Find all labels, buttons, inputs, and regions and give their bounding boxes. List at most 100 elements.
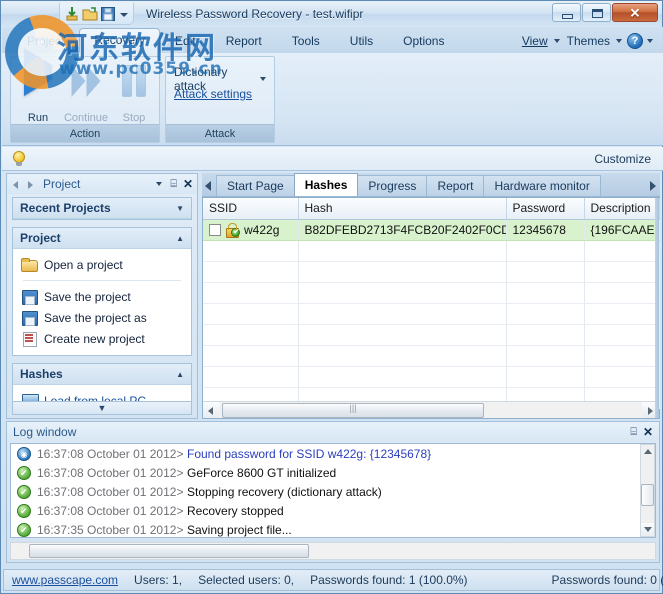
group-project: Project ▲ Open a project Save the projec… (12, 227, 192, 356)
nav-back-icon[interactable] (11, 178, 24, 191)
tab-start-page[interactable]: Start Page (216, 175, 295, 196)
log-horizontal-scrollbar[interactable] (10, 542, 656, 560)
window-controls: ✕ (552, 3, 658, 22)
list-item[interactable]: 16:37:08 October 01 2012> GeForce 8600 G… (11, 463, 655, 482)
folder-open-icon (21, 257, 38, 272)
document-area: Start Page Hashes Progress Report Hardwa… (202, 173, 660, 419)
column-header-password[interactable]: Password (506, 198, 585, 220)
ribbon-tab-bar: Project Recovery Edit Report Tools Utils… (2, 27, 663, 53)
maximize-button[interactable] (582, 3, 611, 22)
themes-menu[interactable]: Themes (565, 34, 612, 48)
chevron-up-icon[interactable]: ▲ (176, 234, 184, 243)
panel-more-chevron-down-icon[interactable]: ▼ (12, 401, 192, 415)
document-vertical-scrollbar[interactable] (655, 198, 659, 418)
item-open-a-project[interactable]: Open a project (13, 254, 191, 275)
log-window: Log window ⌸ ✕ 16:37:08 October 01 2012>… (6, 421, 660, 563)
log-scroll-thumb[interactable] (641, 484, 654, 506)
hashes-grid: SSID Hash Password Description w422g (202, 197, 660, 419)
save-as-disk-icon (21, 310, 38, 326)
item-create-new-project[interactable]: Create new project (13, 328, 191, 349)
list-item[interactable]: 16:37:08 October 01 2012> Recovery stopp… (11, 501, 655, 520)
hashes-table: SSID Hash Password Description w422g (203, 198, 660, 409)
column-header-description[interactable]: Description (584, 198, 660, 220)
cell-hash: B82DFEBD2713F4FCB20F2402F0CD0... (298, 219, 507, 241)
item-save-the-project-as[interactable]: Save the project as (13, 307, 191, 328)
project-panel-caption: Project ⌸ ✕ (7, 174, 197, 194)
ribbon-tab-report[interactable]: Report (211, 29, 277, 53)
item-save-the-project[interactable]: Save the project (13, 286, 191, 307)
view-menu[interactable]: View (520, 34, 550, 48)
themes-chevron-down-icon[interactable] (615, 35, 624, 47)
log-close-icon[interactable]: ✕ (643, 426, 653, 438)
open-project-icon[interactable] (82, 6, 98, 22)
success-icon (17, 503, 31, 518)
log-pin-icon[interactable]: ⌸ (630, 426, 637, 438)
save-icon[interactable] (100, 6, 116, 22)
log-timestamp: 16:37:08 October 01 2012> (37, 446, 184, 461)
ribbon-tab-utils[interactable]: Utils (335, 29, 388, 53)
grid-horizontal-scrollbar[interactable] (203, 401, 659, 418)
customize-link[interactable]: Customize (594, 152, 651, 166)
attack-settings-link[interactable]: Attack settings (174, 87, 252, 101)
ribbon-tab-recovery[interactable]: Recovery (79, 28, 161, 53)
tab-scroll-right-icon[interactable] (646, 174, 660, 196)
scroll-thumb[interactable] (222, 402, 484, 418)
log-message: Stopping recovery (dictionary attack) (187, 484, 382, 499)
lightbulb-icon[interactable] (12, 150, 26, 167)
document-tab-strip: Start Page Hashes Progress Report Hardwa… (202, 173, 660, 197)
import-icon[interactable] (64, 6, 80, 22)
view-chevron-down-icon[interactable] (553, 35, 562, 47)
list-item[interactable]: 16:37:08 October 01 2012> Stopping recov… (11, 482, 655, 501)
list-item[interactable]: 16:37:35 October 01 2012> Saving project… (11, 520, 655, 537)
group-hashes-header[interactable]: Hashes ▲ (13, 364, 191, 385)
stop-button[interactable]: Stop (111, 61, 157, 125)
column-header-hash[interactable]: Hash (298, 198, 507, 220)
group-hashes-title: Hashes (20, 367, 63, 381)
pin-icon[interactable]: ⌸ (170, 178, 177, 190)
quick-access-toolbar[interactable] (59, 3, 134, 25)
minimize-button[interactable] (552, 3, 581, 22)
ribbon-panel: Run Continue Stop Action Dictionary atta… (2, 48, 663, 146)
group-recent-projects-title: Recent Projects (20, 201, 111, 215)
title-bar: Wireless Password Recovery - test.wifipr… (1, 1, 662, 27)
row-checkbox[interactable] (209, 223, 221, 236)
new-document-icon (21, 331, 38, 347)
qat-dropdown-icon[interactable] (118, 7, 129, 21)
attack-mode-chevron-down-icon[interactable] (259, 73, 268, 85)
close-button[interactable]: ✕ (612, 3, 658, 22)
success-icon (17, 484, 31, 499)
group-project-header[interactable]: Project ▲ (13, 228, 191, 249)
continue-button[interactable]: Continue (63, 61, 109, 125)
table-row-empty (203, 261, 660, 283)
help-chevron-down-icon[interactable] (646, 35, 655, 47)
log-vertical-scrollbar[interactable] (640, 444, 655, 537)
help-icon[interactable]: ? (627, 33, 643, 49)
group-recent-projects-header[interactable]: Recent Projects ▼ (13, 198, 191, 219)
tab-progress[interactable]: Progress (357, 175, 428, 196)
log-message: Saving project file... (187, 522, 292, 537)
log-hscroll-thumb[interactable] (29, 544, 309, 558)
table-row-empty (203, 240, 660, 262)
ribbon-tab-edit[interactable]: Edit (160, 29, 211, 53)
ribbon-tab-options[interactable]: Options (388, 29, 459, 53)
panel-close-icon[interactable]: ✕ (183, 178, 193, 190)
log-timestamp: 16:37:35 October 01 2012> (37, 522, 184, 537)
tab-hashes[interactable]: Hashes (293, 173, 359, 196)
tab-hardware-monitor[interactable]: Hardware monitor (483, 175, 601, 196)
status-site-link[interactable]: www.passcape.com (4, 570, 126, 590)
save-disk-icon (21, 289, 38, 305)
tab-scroll-left-icon[interactable] (202, 174, 216, 196)
panel-menu-chevron-down-icon[interactable] (155, 178, 164, 190)
list-item[interactable]: 16:37:08 October 01 2012> Found password… (11, 444, 655, 463)
tab-report[interactable]: Report (426, 175, 485, 196)
table-row[interactable]: w422g B82DFEBD2713F4FCB20F2402F0CD0... 1… (203, 219, 660, 241)
run-button[interactable]: Run (15, 48, 61, 125)
item-save-the-project-as-label: Save the project as (44, 310, 147, 325)
nav-forward-icon[interactable] (24, 178, 37, 191)
scroll-left-icon[interactable] (203, 402, 220, 418)
column-header-ssid[interactable]: SSID (203, 198, 299, 220)
chevron-up-icon[interactable]: ▲ (176, 370, 184, 379)
ribbon-tab-tools[interactable]: Tools (277, 29, 335, 53)
chevron-down-icon[interactable]: ▼ (176, 204, 184, 213)
log-scroll-down-icon[interactable] (641, 523, 654, 536)
